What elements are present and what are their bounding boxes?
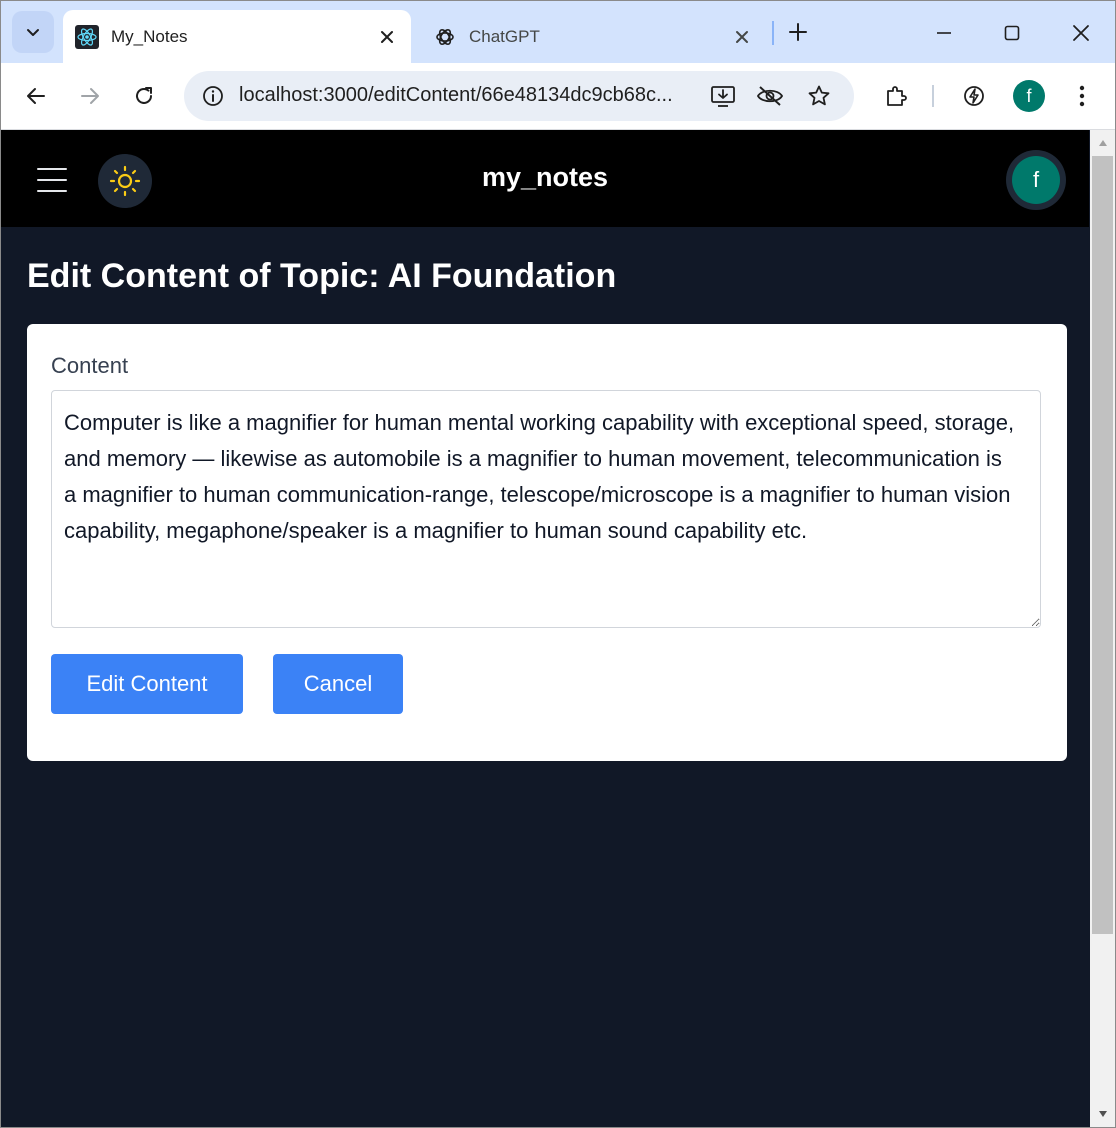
plus-icon bbox=[789, 23, 807, 41]
extensions-button[interactable] bbox=[877, 77, 915, 115]
minimize-icon bbox=[937, 32, 951, 34]
more-vertical-icon bbox=[1079, 85, 1085, 107]
browser-window: My_Notes ChatGPT localhost:3000/editCont… bbox=[0, 0, 1116, 1128]
edit-content-form: Content Computer is like a magnifier for… bbox=[27, 324, 1067, 761]
minimize-button[interactable] bbox=[926, 15, 962, 51]
site-info-icon[interactable] bbox=[194, 77, 232, 115]
address-bar[interactable]: localhost:3000/editContent/66e48134dc9cb… bbox=[184, 71, 854, 121]
maximize-icon bbox=[1004, 25, 1020, 41]
scroll-down-arrow-icon[interactable] bbox=[1090, 1101, 1115, 1127]
close-tab-icon[interactable] bbox=[375, 25, 399, 49]
tab-title: ChatGPT bbox=[469, 26, 540, 46]
scroll-up-arrow-icon[interactable] bbox=[1090, 130, 1115, 156]
performance-button[interactable] bbox=[955, 77, 993, 115]
new-tab-button[interactable] bbox=[783, 17, 813, 47]
leaf-icon bbox=[964, 86, 984, 106]
page-title: Edit Content of Topic: AI Foundation bbox=[27, 257, 617, 295]
tab-divider bbox=[772, 21, 774, 45]
chevron-down-icon bbox=[27, 29, 39, 36]
user-menu-button[interactable]: f bbox=[1006, 150, 1066, 210]
forward-button[interactable] bbox=[71, 77, 109, 115]
arrow-right-icon bbox=[81, 88, 99, 104]
back-button[interactable] bbox=[17, 77, 55, 115]
tab-chatgpt[interactable]: ChatGPT bbox=[421, 10, 766, 63]
tab-title: My_Notes bbox=[111, 26, 188, 46]
profile-avatar[interactable]: f bbox=[1013, 80, 1045, 112]
avatar: f bbox=[1012, 156, 1060, 204]
cancel-button[interactable]: Cancel bbox=[273, 654, 403, 714]
reload-button[interactable] bbox=[125, 77, 163, 115]
url-text[interactable]: localhost:3000/editContent/66e48134dc9cb… bbox=[239, 84, 694, 107]
page-content: my_notes f Edit Content of Topic: AI Fou… bbox=[1, 130, 1089, 1127]
edit-content-button[interactable]: Edit Content bbox=[51, 654, 243, 714]
close-tab-icon[interactable] bbox=[730, 25, 754, 49]
vertical-scrollbar[interactable] bbox=[1090, 130, 1115, 1127]
reload-icon bbox=[136, 87, 152, 104]
arrow-left-icon bbox=[27, 88, 45, 104]
tab-search-button[interactable] bbox=[12, 11, 54, 53]
browser-toolbar: localhost:3000/editContent/66e48134dc9cb… bbox=[1, 63, 1115, 130]
tab-my-notes[interactable]: My_Notes bbox=[63, 10, 411, 63]
scrollbar-thumb[interactable] bbox=[1092, 156, 1113, 934]
content-textarea[interactable]: Computer is like a magnifier for human m… bbox=[51, 390, 1041, 628]
tracking-protection-icon[interactable] bbox=[751, 77, 789, 115]
app-navbar: my_notes f bbox=[1, 130, 1089, 227]
browser-menu-button[interactable] bbox=[1063, 77, 1101, 115]
tab-strip: My_Notes ChatGPT bbox=[1, 1, 1115, 63]
toolbar-divider bbox=[932, 85, 934, 107]
maximize-button[interactable] bbox=[994, 15, 1030, 51]
content-label: Content bbox=[51, 353, 129, 378]
install-app-icon[interactable] bbox=[704, 77, 742, 115]
close-icon bbox=[1073, 25, 1089, 41]
chatgpt-icon bbox=[433, 25, 457, 49]
bookmark-star-icon[interactable] bbox=[800, 77, 838, 115]
puzzle-icon bbox=[887, 86, 907, 106]
react-icon bbox=[75, 24, 99, 49]
app-brand[interactable]: my_notes bbox=[1, 162, 1089, 193]
close-window-button[interactable] bbox=[1063, 15, 1099, 51]
